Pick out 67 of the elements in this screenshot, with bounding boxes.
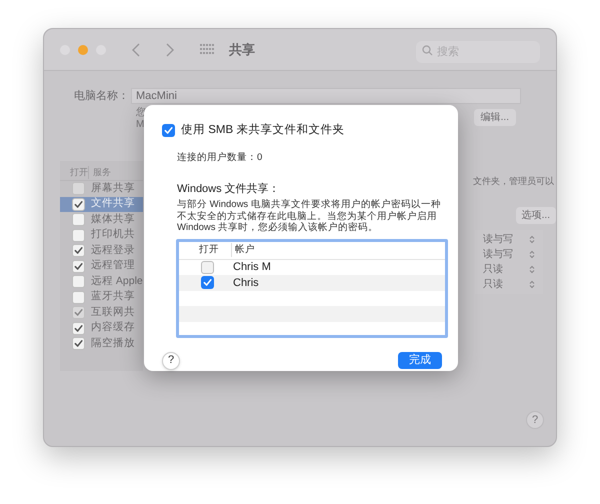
stepper-icon[interactable] xyxy=(529,264,535,274)
checkbox[interactable] xyxy=(72,198,85,211)
permission-text[interactable]: 只读 xyxy=(483,276,503,292)
service-row[interactable]: 打印机共 xyxy=(60,228,143,243)
permission-text[interactable]: 读与写 xyxy=(483,232,513,246)
computer-name-field[interactable]: MacMini xyxy=(131,88,521,104)
service-name: 打印机共 xyxy=(90,227,135,242)
checkbox[interactable] xyxy=(72,322,85,335)
service-name: 屏幕共享 xyxy=(90,180,135,196)
service-row[interactable]: 远程登录 xyxy=(60,243,143,258)
service-row[interactable]: 远程管理 xyxy=(60,258,143,274)
checkbox[interactable] xyxy=(72,260,85,273)
checkbox[interactable] xyxy=(72,213,85,226)
help-button[interactable]: ? xyxy=(162,352,180,370)
permission-text[interactable]: 读与写 xyxy=(483,246,513,262)
checkbox[interactable] xyxy=(72,244,85,258)
checkbox[interactable] xyxy=(162,124,175,138)
service-name: 远程登录 xyxy=(90,242,135,258)
service-name: 文件共享 xyxy=(90,196,135,212)
stepper-icon[interactable] xyxy=(529,250,535,258)
service-row[interactable]: 隔空播放 xyxy=(60,336,143,352)
help-button[interactable]: ? xyxy=(526,411,544,429)
service-row[interactable]: 内容缓存 xyxy=(60,320,143,336)
search-icon xyxy=(422,44,433,56)
description-text: 与部分 Windows 电脑共享文件要求将用户的帐户密码以一种不太安全的方式储存在此电脑上。当您为某个用户帐户启用 Windows 共享时，您必须输入该帐户的密码。 xyxy=(177,199,442,234)
account-name: Chris M xyxy=(232,260,271,275)
service-name: 蓝牙共享 xyxy=(90,289,135,304)
minimize-button[interactable] xyxy=(78,44,88,54)
account-name: Chris xyxy=(232,276,259,290)
note-text: M xyxy=(136,119,146,131)
checkbox[interactable] xyxy=(72,337,85,350)
service-name: 媒体共享 xyxy=(90,212,135,227)
column-header: 打开 xyxy=(198,242,220,257)
description-text: 文件夹，管理员可以 xyxy=(473,175,555,188)
smb-label: 使用 SMB 来共享文件和文件夹 xyxy=(181,122,344,138)
connected-users-text: 连接的用户数量：0 xyxy=(177,151,264,166)
column-header: 打开 xyxy=(69,166,88,179)
column-header: 服务 xyxy=(88,166,111,180)
forward-icon[interactable] xyxy=(166,42,174,56)
checkbox[interactable] xyxy=(72,275,85,288)
grid-icon[interactable] xyxy=(200,44,215,55)
back-icon[interactable] xyxy=(132,42,140,56)
done-button[interactable]: 完成 xyxy=(398,352,442,369)
service-row[interactable]: 蓝牙共享 xyxy=(60,290,143,305)
account-row[interactable]: Chris xyxy=(179,275,445,290)
edit-button[interactable]: 编辑... xyxy=(474,109,516,126)
service-name: 内容缓存 xyxy=(90,320,135,336)
service-row[interactable]: 文件共享 xyxy=(60,196,143,212)
checkbox[interactable] xyxy=(72,228,85,242)
permission-text[interactable]: 只读 xyxy=(483,262,503,276)
computer-name-label: 电脑名称： xyxy=(74,89,129,103)
service-name: 隔空播放 xyxy=(90,336,135,351)
stepper-icon[interactable] xyxy=(529,234,535,244)
stepper-icon[interactable] xyxy=(529,280,535,288)
checkbox[interactable] xyxy=(201,276,214,290)
account-row[interactable]: Chris M xyxy=(179,260,445,275)
service-name: 远程管理 xyxy=(90,258,135,274)
options-button[interactable]: 选项... xyxy=(516,206,556,224)
section-heading: Windows 文件共享： xyxy=(177,182,281,196)
window-title: 共享 xyxy=(229,40,255,59)
checkbox[interactable] xyxy=(201,260,214,274)
service-row[interactable]: 媒体共享 xyxy=(60,212,143,228)
checkbox[interactable] xyxy=(72,290,85,304)
service-name: 互联网共 xyxy=(90,304,135,320)
service-row[interactable]: 远程 Apple xyxy=(60,274,143,290)
column-header: 帐户 xyxy=(231,242,255,258)
service-name: 远程 Apple xyxy=(90,274,143,289)
